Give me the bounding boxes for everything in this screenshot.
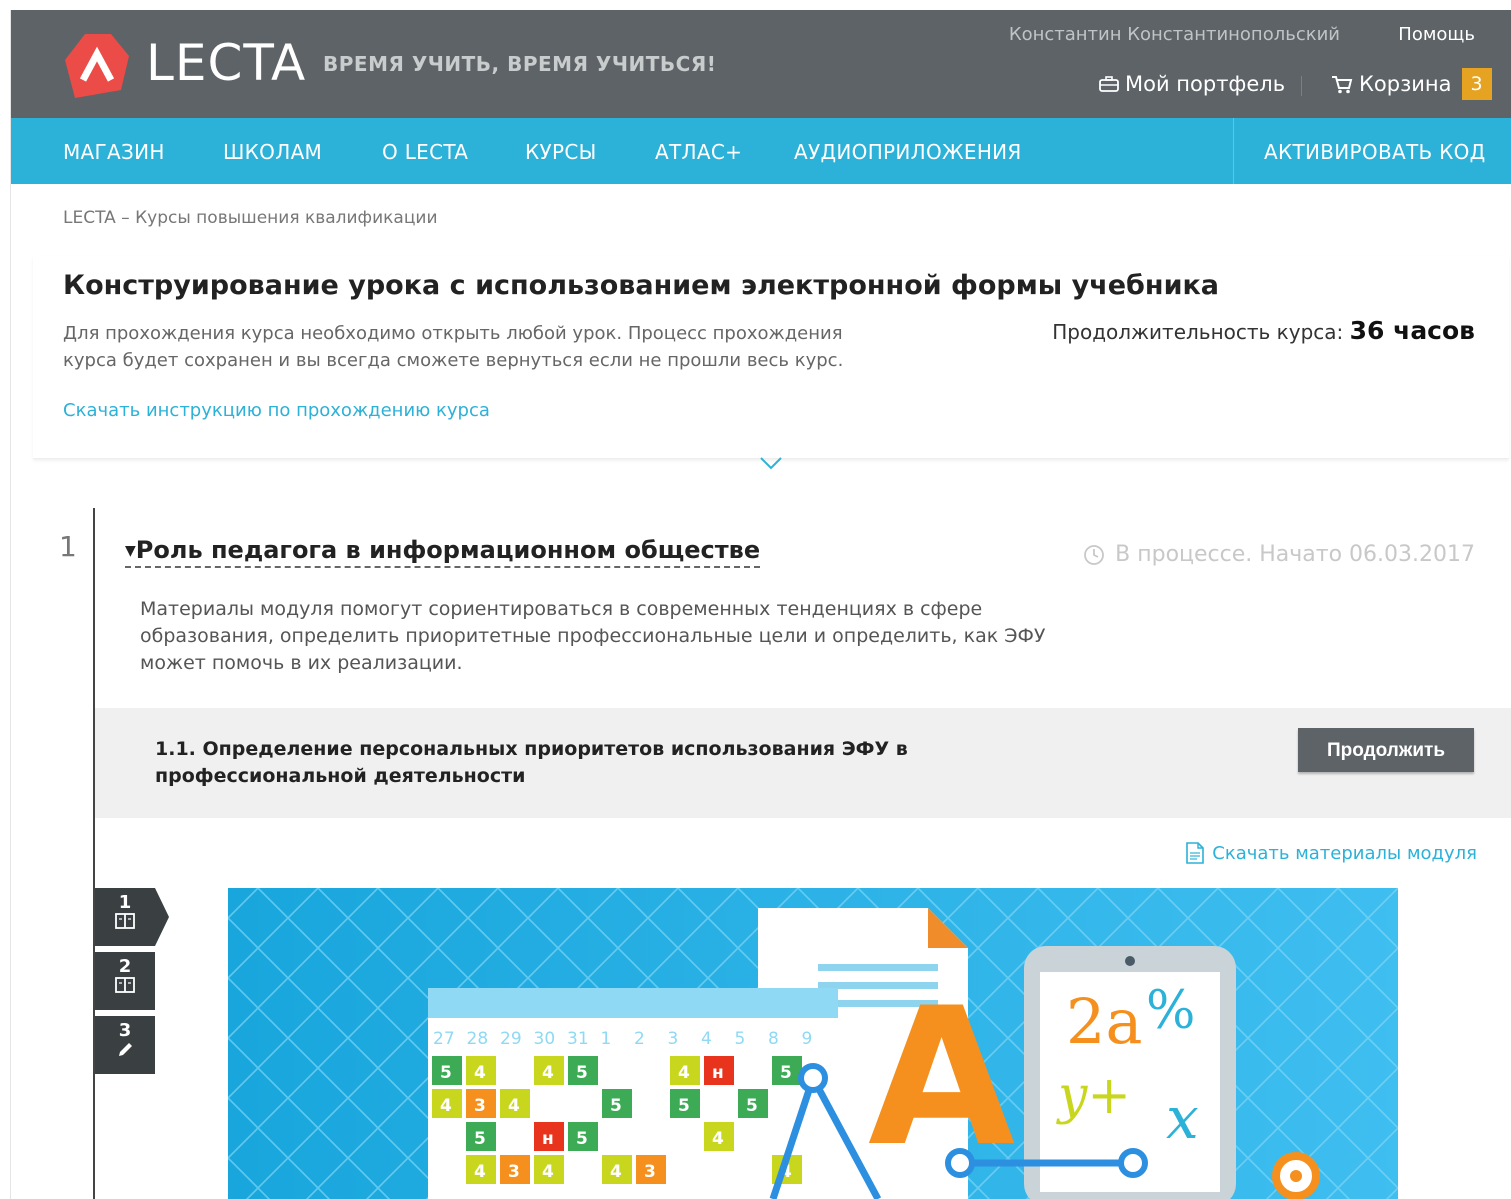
calendar-grade-text: 4	[610, 1162, 622, 1182]
calendar-day-label: 5	[735, 1029, 746, 1049]
book-icon	[115, 913, 135, 929]
download-module-label: Скачать материалы модуля	[1212, 842, 1477, 864]
calendar-day-label: 27	[433, 1029, 455, 1049]
calendar-day-label: 1	[601, 1029, 612, 1049]
help-link[interactable]: Помощь	[1398, 24, 1475, 45]
caret-down-icon: ▼	[125, 543, 136, 559]
course-title: Конструирование урока с использованием э…	[63, 270, 1220, 301]
clock-icon	[1084, 544, 1105, 565]
activate-code-button[interactable]: АКТИВИРОВАТЬ КОД	[1264, 140, 1486, 164]
lesson-illustration: 27 28 29 30 31 1 2 3 4 5 8 9 5 4 4 5 4 н 54 3 4 5 5 55 н 5 44 3 4 4 3…	[228, 888, 1398, 1199]
calendar-day-label: 8	[768, 1029, 779, 1049]
calendar-day-label: 3	[668, 1029, 679, 1049]
calendar-grade-text: 5	[576, 1129, 588, 1149]
nav-item-schools[interactable]: ШКОЛАМ	[223, 140, 322, 164]
nav-item-courses[interactable]: КУРСЫ	[525, 140, 597, 164]
calendar-grade-text: 4	[542, 1162, 554, 1182]
document-icon	[1186, 842, 1205, 864]
big-letter-a: A	[868, 967, 1015, 1188]
module-title: Роль педагога в информационном обществе	[135, 536, 761, 564]
lesson-tab-2[interactable]: 2	[95, 952, 155, 1010]
calendar-grade-text: 5	[440, 1063, 452, 1083]
download-instruction-link[interactable]: Скачать инструкцию по прохождению курса	[63, 400, 490, 421]
lesson-tab-3[interactable]: 3	[95, 1016, 155, 1074]
calendar-day-label: 31	[567, 1029, 589, 1049]
top-header: LECTA ВРЕМЯ УЧИТЬ, ВРЕМЯ УЧИТЬСЯ! Конста…	[11, 10, 1511, 118]
nav-item-shop[interactable]: МАГАЗИН	[63, 140, 165, 164]
tablet-text-y: y+	[1056, 1066, 1131, 1126]
calendar-grade-text: 4	[678, 1063, 690, 1083]
brand-name[interactable]: LECTA	[146, 34, 306, 92]
briefcase-icon	[1099, 76, 1119, 92]
user-name-link[interactable]: Константин Константинопольский	[1009, 24, 1340, 45]
module-status: В процессе. Начато 06.03.2017	[1083, 542, 1475, 567]
calendar-grade-text: 4	[474, 1162, 486, 1182]
lesson-title[interactable]: 1.1. Определение персональных приоритето…	[155, 736, 915, 790]
calendar-grade-text: 5	[780, 1063, 792, 1083]
calendar-grade-text: 5	[746, 1096, 758, 1116]
calendar-day-label: 28	[467, 1029, 489, 1049]
pencil-icon	[119, 1043, 132, 1056]
calendar-grade-text: 4	[508, 1096, 520, 1116]
lesson-tab-number: 1	[118, 892, 132, 913]
calendar-grade-text: н	[542, 1129, 554, 1149]
tablet-text-percent: %	[1146, 981, 1195, 1041]
header-separator	[1301, 76, 1302, 96]
calendar-grade-text: 4	[542, 1063, 554, 1083]
course-duration: Продолжительность курса: 36 часов	[1052, 316, 1475, 345]
module-description: Материалы модуля помогут сориентироватьс…	[140, 598, 1046, 674]
nav-divider	[1233, 118, 1234, 184]
cart-count-badge: 3	[1461, 68, 1492, 100]
calendar-grade-text: 4	[474, 1063, 486, 1083]
module-timeline-line	[93, 508, 95, 1199]
portfolio-link[interactable]: Мой портфель	[1099, 72, 1285, 96]
lesson-row: 1.1. Определение персональных приоритето…	[95, 708, 1511, 818]
calendar-grade-text: н	[712, 1063, 724, 1083]
calendar-day-label: 30	[534, 1029, 556, 1049]
cart-icon	[1332, 76, 1353, 94]
duration-value: 36 часов	[1349, 316, 1475, 345]
calendar-grade-text: 4	[712, 1129, 724, 1149]
tablet-text-x: x	[1166, 1084, 1199, 1152]
lesson-tab-number: 2	[118, 956, 132, 977]
module-number: 1	[59, 530, 77, 563]
download-module-link[interactable]: Скачать материалы модуля	[1186, 842, 1477, 864]
lesson-tab-number: 3	[118, 1020, 132, 1041]
lesson-tab-1[interactable]: 1	[95, 888, 155, 946]
module-title-toggle[interactable]: ▼Роль педагога в информационном обществе	[125, 536, 761, 568]
calendar-grade-text: 5	[576, 1063, 588, 1083]
breadcrumb[interactable]: LECTA – Курсы повышения квалификации	[63, 208, 438, 228]
cart-label: Корзина	[1359, 72, 1452, 96]
nav-item-audio-apps[interactable]: АУДИОПРИЛОЖЕНИЯ	[794, 140, 1022, 164]
tablet-text-2a: 2a	[1066, 985, 1142, 1058]
calendar-grade-text: 5	[610, 1096, 622, 1116]
main-nav: МАГАЗИН ШКОЛАМ О LECTA КУРСЫ АТЛАС+ АУДИ…	[11, 118, 1511, 184]
page: LECTA ВРЕМЯ УЧИТЬ, ВРЕМЯ УЧИТЬСЯ! Конста…	[10, 10, 1511, 1199]
nav-item-about[interactable]: О LECTA	[382, 140, 468, 164]
calendar-grade-text: 3	[644, 1162, 656, 1182]
module-status-text: В процессе. Начато 06.03.2017	[1115, 542, 1475, 567]
slogan: ВРЕМЯ УЧИТЬ, ВРЕМЯ УЧИТЬСЯ!	[323, 52, 717, 76]
nav-item-atlas[interactable]: АТЛАС+	[655, 140, 742, 164]
calendar-day-label: 9	[802, 1029, 813, 1049]
calendar-day-label: 29	[500, 1029, 522, 1049]
calendar-grade-text: 3	[474, 1096, 486, 1116]
calendar-grade-text: 4	[440, 1096, 452, 1116]
duration-label: Продолжительность курса:	[1052, 320, 1344, 344]
active-tab-pointer	[155, 888, 169, 946]
cart-link[interactable]: Корзина 3	[1331, 68, 1492, 100]
course-description: Для прохождения курса необходимо открыть…	[63, 323, 844, 371]
lecta-logo-icon[interactable]	[63, 32, 131, 100]
book-icon	[115, 977, 135, 993]
calendar-grade-text: 5	[474, 1129, 486, 1149]
calendar-day-label: 4	[701, 1029, 712, 1049]
calendar-grade-text: 3	[508, 1162, 520, 1182]
calendar-day-label: 2	[634, 1029, 645, 1049]
continue-button[interactable]: Продолжить	[1298, 728, 1474, 772]
portfolio-label: Мой портфель	[1125, 72, 1286, 96]
calendar-grade-text: 5	[678, 1096, 690, 1116]
chevron-down-icon	[760, 457, 782, 470]
